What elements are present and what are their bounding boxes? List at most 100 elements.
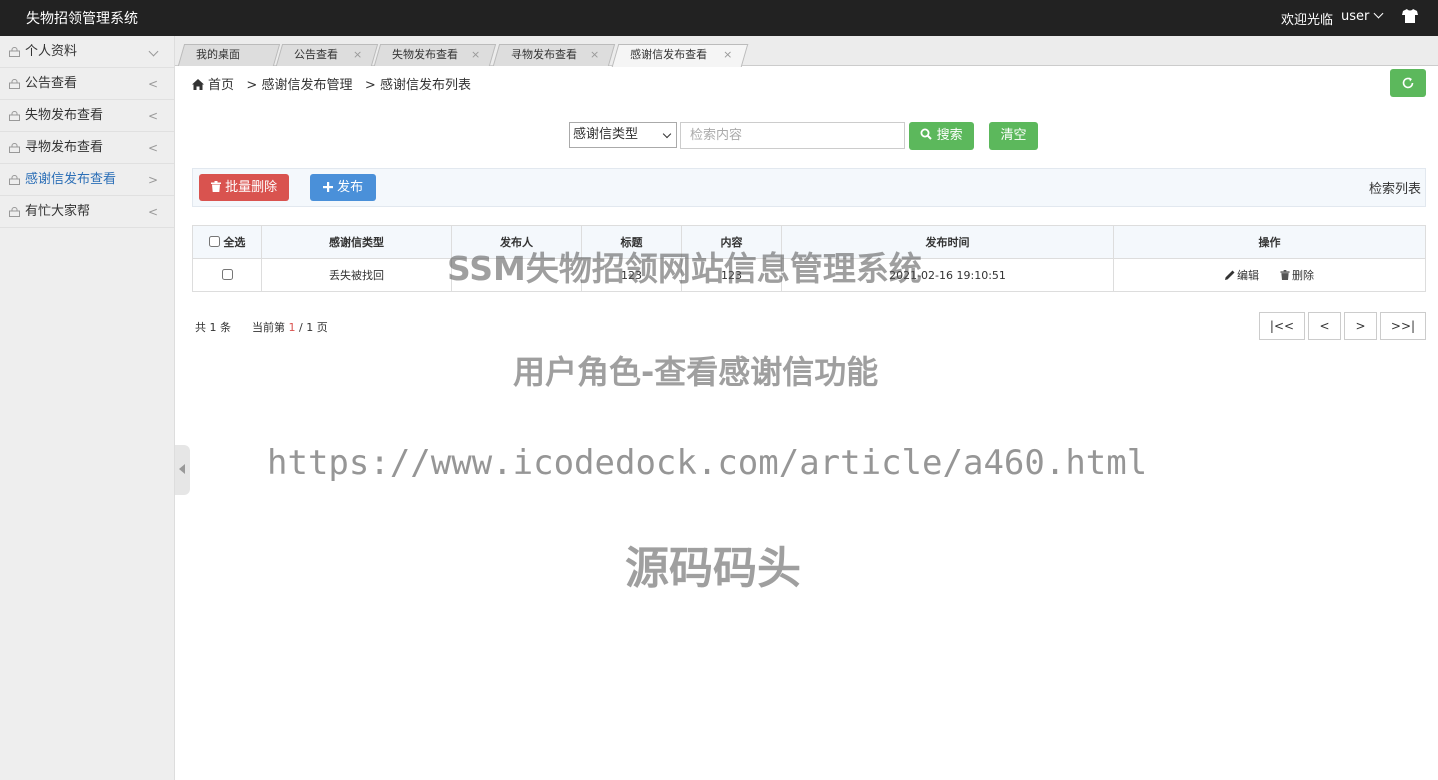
- breadcrumb-level1[interactable]: 感谢信发布管理: [261, 78, 352, 93]
- header-actions: 操作: [1113, 225, 1426, 259]
- sidebar-item-seek[interactable]: 寻物发布查看 <: [0, 132, 174, 164]
- welcome-text: 欢迎光临: [1281, 13, 1334, 28]
- tab-desktop[interactable]: 我的桌面: [177, 44, 281, 66]
- lock-icon: [9, 79, 20, 89]
- first-page-button[interactable]: |<<: [1259, 312, 1305, 340]
- tab-label: 寻物发布查看: [511, 48, 577, 61]
- close-icon[interactable]: ×: [471, 45, 480, 65]
- batch-delete-label: 批量删除: [225, 180, 278, 195]
- next-page-button[interactable]: >: [1344, 312, 1377, 340]
- prev-page-button[interactable]: <: [1308, 312, 1341, 340]
- total-suffix: 条: [220, 321, 231, 334]
- refresh-icon: [1402, 77, 1414, 89]
- user-menu[interactable]: user: [1341, 8, 1384, 24]
- chevron-left-icon: <: [147, 77, 158, 91]
- sidebar-item-label: 公告查看: [25, 76, 78, 91]
- sidebar-item-label: 感谢信发布查看: [25, 172, 117, 187]
- breadcrumb-separator: >: [364, 78, 376, 93]
- chevron-down-icon: [148, 46, 159, 57]
- breadcrumb-separator: >: [246, 78, 258, 93]
- tab-notices[interactable]: 公告查看 ×: [275, 44, 379, 66]
- delete-label: 删除: [1291, 269, 1314, 282]
- close-icon[interactable]: ×: [353, 45, 362, 65]
- sidebar: 个人资料 公告查看 < 失物发布查看 < 寻物发布查看 < 感谢信发布查看 > …: [0, 36, 175, 780]
- breadcrumb-level2: 感谢信发布列表: [379, 78, 471, 93]
- sidebar-item-lost[interactable]: 失物发布查看 <: [0, 100, 174, 132]
- total-count: 1: [209, 321, 217, 334]
- tab-seek[interactable]: 寻物发布查看 ×: [492, 44, 616, 66]
- cell-actions: 编辑 删除: [1113, 258, 1426, 292]
- app-title: 失物招领管理系统: [26, 11, 138, 27]
- watermark-url: https://www.icodedock.com/article/a460.h…: [267, 443, 1148, 483]
- lock-icon: [9, 143, 20, 153]
- tab-label: 感谢信发布查看: [630, 48, 708, 61]
- select-value: 感谢信类型: [573, 127, 639, 142]
- lock-icon: [9, 47, 20, 57]
- cell-type: 丢失被找回: [261, 258, 452, 292]
- tab-thanks[interactable]: 感谢信发布查看 ×: [611, 44, 749, 67]
- triangle-left-icon: [179, 464, 185, 474]
- delete-link[interactable]: 删除: [1280, 269, 1314, 282]
- toolbar: 批量删除 发布 检索列表: [192, 168, 1426, 207]
- sidebar-item-label: 寻物发布查看: [25, 140, 104, 155]
- sidebar-collapse-handle[interactable]: [175, 445, 190, 495]
- tab-label: 公告查看: [294, 48, 338, 61]
- user-name: user: [1341, 9, 1370, 24]
- chevron-down-icon: [1373, 8, 1384, 19]
- chevron-left-icon: <: [147, 205, 158, 219]
- sidebar-item-label: 个人资料: [25, 44, 78, 59]
- current-page: 1: [288, 321, 296, 334]
- sidebar-item-label: 有忙大家帮: [25, 204, 91, 219]
- search-button[interactable]: 搜索: [909, 122, 974, 150]
- close-icon[interactable]: ×: [590, 45, 599, 65]
- search-input[interactable]: [680, 122, 905, 149]
- collapse-tab[interactable]: [175, 445, 190, 495]
- chevron-right-icon: >: [147, 173, 158, 187]
- letter-type-select[interactable]: 感谢信类型: [569, 122, 677, 148]
- select-all-checkbox[interactable]: [208, 236, 220, 247]
- current-prefix: 当前第: [251, 321, 285, 334]
- plus-icon: [322, 182, 333, 192]
- trash-icon: [1280, 270, 1290, 280]
- breadcrumb: 首页 > 感谢信发布管理 > 感谢信发布列表: [192, 74, 471, 93]
- sidebar-item-thanks[interactable]: 感谢信发布查看 >: [0, 164, 174, 196]
- top-bar: 失物招领管理系统 欢迎光临 user: [0, 0, 1438, 36]
- pencil-icon: [1225, 270, 1235, 280]
- total-pages: 1: [306, 321, 314, 334]
- header-select-all[interactable]: 全选: [192, 225, 262, 259]
- batch-delete-button[interactable]: 批量删除: [199, 174, 289, 201]
- lock-icon: [9, 175, 20, 185]
- sidebar-item-notices[interactable]: 公告查看 <: [0, 68, 174, 100]
- home-icon: [192, 79, 204, 90]
- trash-icon: [210, 181, 221, 192]
- list-label: 检索列表: [1368, 182, 1421, 197]
- watermark-title: SSM失物招领网站信息管理系统: [447, 249, 922, 288]
- sidebar-item-label: 失物发布查看: [25, 108, 104, 123]
- tabs-bar: 我的桌面 公告查看 × 失物发布查看 × 寻物发布查看 × 感谢信发布查看 ×: [175, 36, 1438, 67]
- row-select-cell: [192, 258, 262, 292]
- chevron-left-icon: <: [147, 109, 158, 123]
- breadcrumb-home[interactable]: 首页: [208, 78, 234, 93]
- header-type: 感谢信类型: [261, 225, 452, 259]
- watermark-subtitle: 用户角色-查看感谢信功能: [513, 353, 879, 391]
- edit-link[interactable]: 编辑: [1225, 269, 1259, 282]
- tab-label: 我的桌面: [196, 48, 240, 61]
- sidebar-item-profile[interactable]: 个人资料: [0, 36, 174, 68]
- clear-button[interactable]: 清空: [989, 122, 1038, 150]
- lock-icon: [9, 207, 20, 217]
- publish-button[interactable]: 发布: [310, 174, 376, 201]
- page-slash: /: [298, 321, 303, 334]
- tab-label: 失物发布查看: [392, 48, 458, 61]
- last-page-button[interactable]: >>|: [1380, 312, 1426, 340]
- sidebar-item-help[interactable]: 有忙大家帮 <: [0, 196, 174, 228]
- row-checkbox[interactable]: [221, 268, 233, 280]
- tab-lost[interactable]: 失物发布查看 ×: [373, 44, 497, 66]
- close-icon[interactable]: ×: [723, 45, 732, 65]
- refresh-button[interactable]: [1390, 69, 1426, 97]
- search-icon: [920, 128, 933, 140]
- chevron-down-icon: [662, 129, 672, 139]
- shirt-icon[interactable]: [1402, 9, 1418, 23]
- search-button-label: 搜索: [936, 128, 963, 143]
- pages-suffix: 页: [316, 321, 328, 334]
- clear-button-label: 清空: [1000, 128, 1027, 143]
